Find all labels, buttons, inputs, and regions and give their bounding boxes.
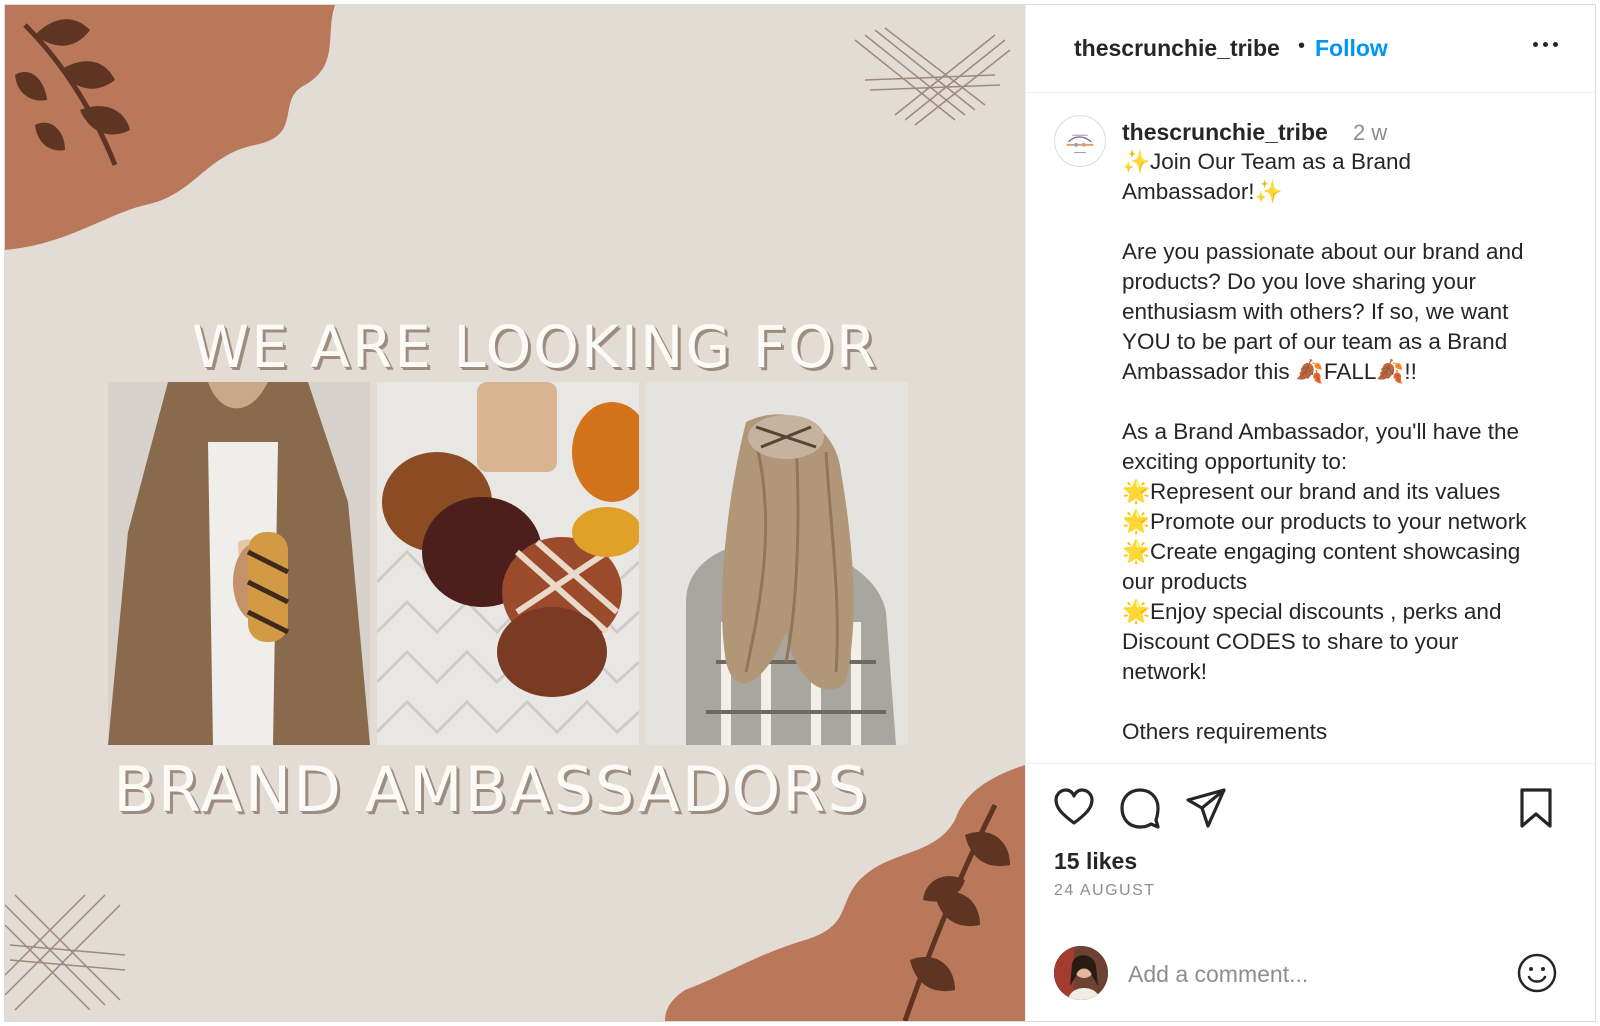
caption-username[interactable]: thescrunchie_tribe bbox=[1122, 119, 1328, 146]
header-separator: • bbox=[1298, 35, 1306, 57]
user-avatar bbox=[1054, 946, 1108, 1000]
save-bookmark-icon[interactable] bbox=[1514, 786, 1558, 830]
photo-scrunchies-flatlay bbox=[377, 382, 639, 745]
avatar[interactable] bbox=[1054, 115, 1106, 167]
comment-row bbox=[1026, 932, 1595, 1022]
photo-hair-scrunchie bbox=[646, 382, 908, 745]
follow-button[interactable]: Follow bbox=[1315, 35, 1388, 62]
splash-decoration-top-left bbox=[5, 5, 335, 250]
share-send-icon[interactable] bbox=[1184, 786, 1228, 830]
post-image[interactable]: WE ARE LOOKING FOR BRAND AMBASSADORS bbox=[5, 5, 1025, 1021]
post-header: thescrunchie_tribe • Follow bbox=[1026, 5, 1595, 93]
caption-timestamp[interactable]: 2 w bbox=[1353, 120, 1387, 146]
headline-top: WE ARE LOOKING FOR bbox=[191, 313, 879, 381]
caption-text: ✨Join Our Team as a Brand Ambassador!✨ A… bbox=[1122, 149, 1527, 744]
emoji-icon[interactable] bbox=[1516, 952, 1558, 994]
post-panel: thescrunchie_tribe • Follow thescrunchie… bbox=[1025, 5, 1595, 1021]
likes-count[interactable]: 15 likes bbox=[1054, 848, 1137, 875]
comment-bubble-icon[interactable] bbox=[1118, 786, 1162, 830]
comment-input[interactable] bbox=[1126, 954, 1490, 994]
like-heart-icon[interactable] bbox=[1052, 786, 1096, 830]
headline-bottom: BRAND AMBASSADORS bbox=[113, 753, 869, 826]
header-username[interactable]: thescrunchie_tribe bbox=[1074, 35, 1280, 62]
hatch-decoration-top-right bbox=[854, 27, 1011, 126]
hatch-decoration-bottom-left bbox=[5, 894, 126, 1011]
photo-jacket-scrunchie bbox=[108, 382, 370, 745]
more-options-icon[interactable] bbox=[1531, 29, 1561, 59]
post-date[interactable]: 24 AUGUST bbox=[1054, 882, 1156, 900]
caption-section: thescrunchie_tribe 2 w ✨Join Our Team as… bbox=[1026, 93, 1595, 763]
actions-section: 15 likes 24 AUGUST bbox=[1026, 763, 1595, 1021]
